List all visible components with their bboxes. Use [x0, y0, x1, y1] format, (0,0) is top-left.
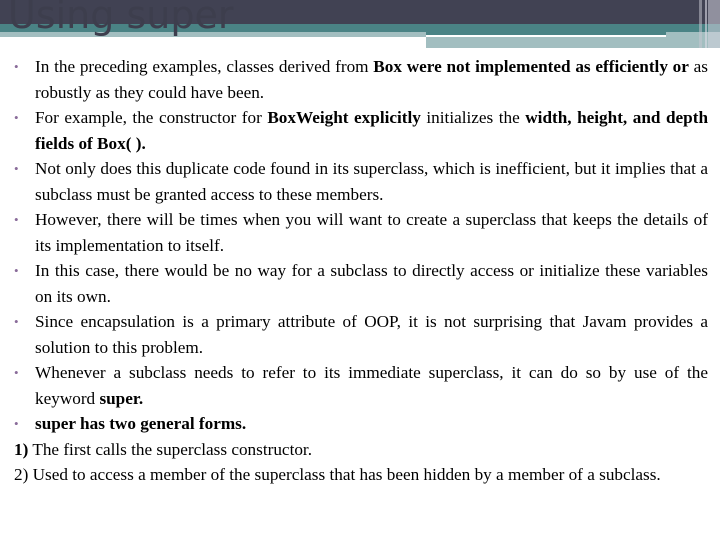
text: Not only does this duplicate code found … [35, 159, 708, 204]
text: initializes the [420, 108, 526, 127]
bullet-item: • For example, the constructor for BoxWei… [14, 105, 708, 156]
slide-body: • In the preceding examples, classes deri… [14, 54, 708, 488]
numbered-item: 2) Used to access a member of the superc… [14, 462, 708, 488]
bullet-icon: • [14, 212, 19, 227]
text: However, there will be times when you wi… [35, 210, 708, 255]
item-number: 1) [14, 439, 29, 459]
header-accent-bar [705, 0, 707, 48]
text: Used to access a member of the superclas… [28, 465, 661, 484]
text: In this case, there would be no way for … [35, 261, 708, 306]
bullet-item: • However, there will be times when you w… [14, 207, 708, 258]
text: The first calls the superclass construct… [28, 439, 313, 459]
bold-text: BoxWeight explicitly [267, 108, 421, 127]
bullet-item: • Since encapsulation is a primary attrib… [14, 309, 708, 360]
bullet-item: • super has two general forms. [14, 411, 708, 437]
text: In the preceding examples, classes deriv… [35, 57, 374, 76]
bold-text: Box were not implemented as efficiently … [373, 57, 689, 76]
bullet-icon: • [14, 59, 19, 74]
numbered-item: 1) The first calls the superclass constr… [14, 437, 708, 463]
bullet-item: • In this case, there would be no way for… [14, 258, 708, 309]
bold-text: super has two general forms. [35, 414, 247, 433]
bullet-item: • Not only does this duplicate code found… [14, 156, 708, 207]
header-accent-bar [699, 0, 702, 48]
bold-text: super. [99, 388, 144, 408]
item-number: 2) [14, 465, 29, 484]
header-accent-bar [708, 0, 720, 48]
text: For example, the constructor for [35, 108, 268, 127]
bullet-icon: • [14, 365, 19, 380]
bullet-icon: • [14, 263, 19, 278]
slide-title: Using super [8, 0, 234, 37]
bullet-icon: • [14, 161, 19, 176]
header-band-white-line [426, 35, 666, 37]
bullet-item: • In the preceding examples, classes deri… [14, 54, 708, 105]
text: Since encapsulation is a primary attribu… [35, 312, 708, 357]
bullet-item: • Whenever a subclass needs to refer to i… [14, 360, 708, 411]
bullet-icon: • [14, 416, 19, 431]
bullet-icon: • [14, 110, 19, 125]
bullet-icon: • [14, 314, 19, 329]
